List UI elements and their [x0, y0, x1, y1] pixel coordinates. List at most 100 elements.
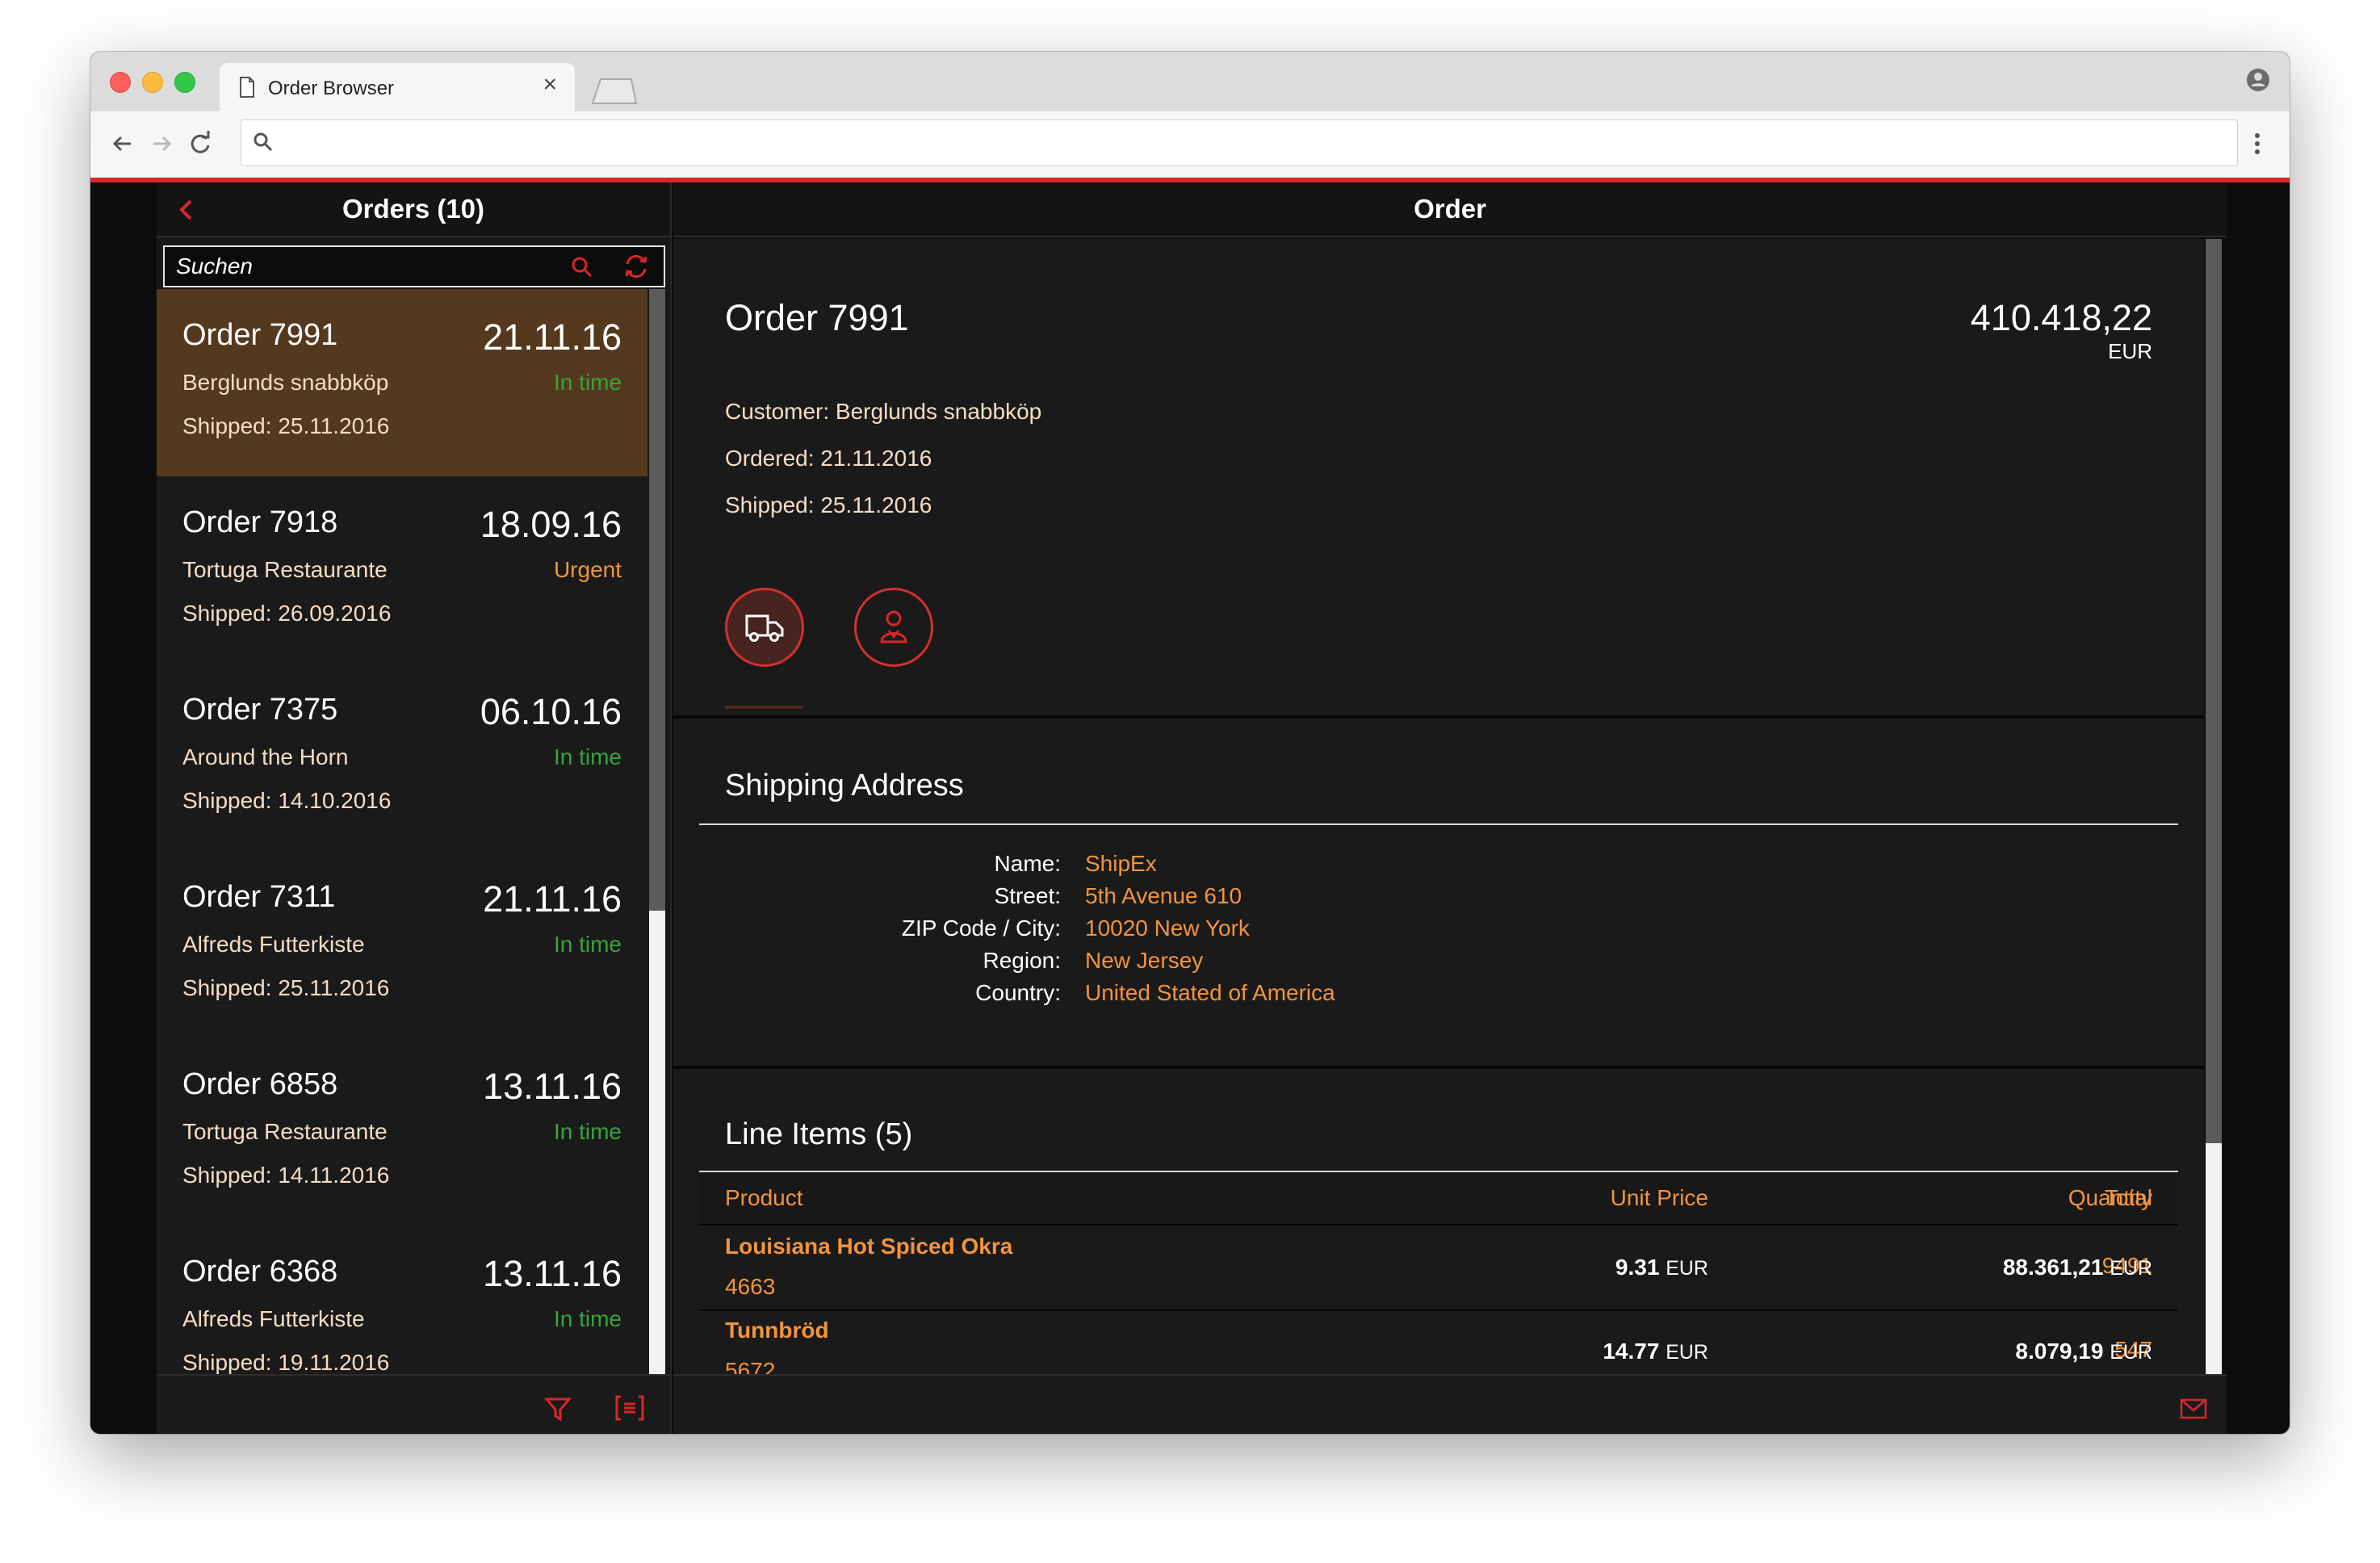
minimize-window-button[interactable] — [142, 72, 163, 93]
master-title: Orders (10) — [341, 194, 485, 224]
multi-select-icon[interactable] — [614, 1393, 646, 1423]
active-tab-indicator — [725, 706, 802, 709]
item-status: In time — [553, 370, 622, 395]
item-status: In time — [553, 932, 622, 957]
item-customer: Alfreds Futterkiste — [182, 932, 365, 957]
line-items-title: Line Items (5) — [725, 1117, 913, 1151]
profile-icon[interactable] — [2246, 68, 2270, 92]
item-customer: Alfreds Futterkiste — [182, 1306, 365, 1331]
search-icon — [254, 132, 273, 152]
search-icon[interactable] — [568, 254, 596, 281]
item-date: 18.09.16 — [480, 504, 622, 545]
master-footer — [157, 1374, 670, 1434]
forward-nav-icon[interactable] — [145, 128, 178, 160]
back-nav-icon[interactable] — [107, 128, 139, 160]
tab-close-icon[interactable]: × — [543, 73, 557, 97]
browser-window: Order Browser × Orders (10) Suchen Order… — [90, 52, 2290, 1434]
item-date: 21.11.16 — [483, 316, 622, 358]
new-tab-button[interactable] — [591, 78, 638, 105]
shipping-address-section: Shipping Address Name: ShipEx Street: 5t… — [673, 719, 2204, 1069]
item-shipped: Shipped: 14.10.2016 — [182, 788, 392, 813]
addr-value-street: 5th Avenue 610 — [1085, 883, 1242, 908]
row-product-id: 5672 — [725, 1358, 776, 1374]
detail-header: Order — [673, 182, 2227, 237]
table-header: Product Unit Price Quantity Total — [699, 1172, 2178, 1226]
tab-shipping[interactable] — [725, 588, 804, 667]
item-status: Urgent — [553, 557, 622, 582]
reload-icon[interactable] — [184, 128, 216, 160]
addr-value-name: ShipEx — [1085, 851, 1157, 876]
item-customer: Berglunds snabbköp — [182, 370, 389, 395]
list-item[interactable]: Order 7311 21.11.16 Alfreds Futterkiste … — [157, 851, 647, 1041]
addr-label-name: Name: — [994, 851, 1061, 876]
list-scrollbar[interactable] — [649, 289, 665, 1376]
list-item[interactable]: Order 7375 06.10.16 Around the Horn In t… — [157, 664, 647, 853]
refresh-icon[interactable] — [622, 252, 651, 281]
detail-scrollbar[interactable] — [2206, 239, 2222, 1374]
email-icon[interactable] — [2180, 1398, 2207, 1419]
zoom-window-button[interactable] — [174, 72, 195, 93]
row-unit-price: 14.77 EUR — [1603, 1339, 1708, 1364]
section-divider — [699, 823, 2178, 825]
item-shipped: Shipped: 19.11.2016 — [182, 1350, 390, 1375]
addr-value-zip: 10020 New York — [1085, 916, 1250, 941]
address-bar[interactable] — [241, 119, 2238, 166]
row-product-id: 4663 — [725, 1274, 776, 1299]
object-title: Order 7991 — [725, 297, 909, 338]
list-item[interactable]: Order 6858 13.11.16 Tortuga Restaurante … — [157, 1038, 647, 1228]
item-shipped: Shipped: 25.11.2016 — [182, 413, 390, 438]
addr-value-region: New Jersey — [1085, 948, 1204, 973]
addr-label-country: Country: — [975, 980, 1061, 1005]
row-product: Louisiana Hot Spiced Okra — [725, 1234, 1013, 1259]
item-date: 13.11.16 — [483, 1253, 622, 1294]
item-status: In time — [553, 1119, 622, 1144]
item-title: Order 6368 — [182, 1255, 338, 1289]
search-field — [163, 245, 665, 287]
row-total: 88.361,21 EUR — [2002, 1255, 2152, 1280]
shipping-section-title: Shipping Address — [725, 769, 964, 802]
browser-menu-icon[interactable] — [2241, 128, 2273, 160]
list-item[interactable]: Order 6368 13.11.16 Alfreds Futterkiste … — [157, 1226, 647, 1376]
detail-footer — [673, 1374, 2227, 1434]
item-title: Order 7991 — [182, 318, 338, 352]
item-status: In time — [553, 1306, 622, 1331]
addr-label-region: Region: — [983, 948, 1061, 973]
list-item[interactable]: Order 7918 18.09.16 Tortuga Restaurante … — [157, 476, 647, 666]
customer-icon — [880, 610, 907, 643]
item-shipped: Shipped: 26.09.2016 — [182, 601, 392, 626]
object-currency: EUR — [2108, 339, 2152, 363]
addr-label-street: Street: — [994, 883, 1061, 908]
item-title: Order 6858 — [182, 1067, 338, 1101]
column-total[interactable]: Total — [1910, 1185, 2152, 1211]
app-area: Orders (10) Order 7991 21.11.1 — [90, 178, 2290, 1434]
order-list: Order 7991 21.11.16 Berglunds snabbköp I… — [157, 289, 670, 1376]
item-title: Order 7311 — [182, 880, 336, 914]
table-row[interactable]: Tunnbröd 5672 14.77 EUR 547 8.079,19 EUR — [699, 1309, 2178, 1374]
attr-ordered: Ordered: 21.11.2016 — [725, 446, 932, 471]
close-window-button[interactable] — [110, 72, 131, 93]
item-shipped: Shipped: 14.11.2016 — [182, 1163, 390, 1188]
column-product[interactable]: Product — [725, 1185, 803, 1211]
row-unit-price: 9.31 EUR — [1615, 1255, 1708, 1280]
line-items-section: Line Items (5) Product Unit Price Quanti… — [673, 1069, 2204, 1374]
table-row[interactable]: Louisiana Hot Spiced Okra 4663 9.31 EUR … — [699, 1226, 2178, 1311]
search-input[interactable] — [176, 254, 564, 279]
list-item-selected[interactable]: Order 7991 21.11.16 Berglunds snabbköp I… — [157, 289, 647, 479]
item-status: In time — [553, 744, 622, 769]
browser-toolbar — [90, 111, 2290, 178]
item-customer: Around the Horn — [182, 744, 349, 769]
detail-scrollbar-thumb[interactable] — [2206, 239, 2222, 1143]
page-icon — [240, 77, 254, 98]
browser-tab[interactable]: Order Browser × — [220, 63, 575, 111]
master-header: Orders (10) — [157, 182, 670, 237]
item-customer: Tortuga Restaurante — [182, 1119, 388, 1144]
object-header: Order 7991 410.418,22 EUR Customer: Berg… — [673, 239, 2204, 719]
item-customer: Tortuga Restaurante — [182, 557, 388, 582]
filter-icon[interactable] — [544, 1395, 572, 1423]
item-title: Order 7918 — [182, 505, 338, 539]
detail-panel: Order Order 7991 410.418,22 EUR Customer… — [673, 182, 2227, 1434]
column-unit-price[interactable]: Unit Price — [1329, 1185, 1708, 1211]
list-scrollbar-thumb[interactable] — [649, 289, 665, 911]
tab-customer[interactable] — [854, 588, 933, 667]
shipping-truck-icon — [745, 614, 784, 642]
